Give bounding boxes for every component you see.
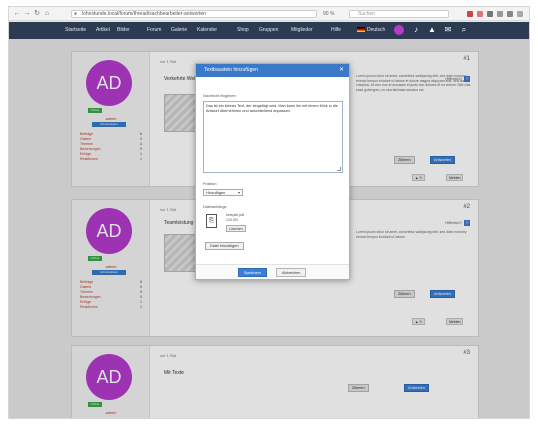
- attachment-label: Dateianhänge: [203, 205, 227, 209]
- back-icon[interactable]: ←: [13, 10, 21, 18]
- dialog-footer: [196, 264, 349, 279]
- nav-item[interactable]: Startseite: [65, 27, 86, 34]
- address-bar[interactable]: ● lohnstunde.local/forum/thread/sachbear…: [71, 10, 317, 18]
- language-switch[interactable]: Deutsch: [357, 26, 387, 35]
- extension-icon[interactable]: [467, 11, 473, 17]
- resize-handle-icon[interactable]: [337, 167, 341, 171]
- language-label: Deutsch: [367, 27, 386, 33]
- nav-item[interactable]: Bilder: [117, 27, 130, 34]
- position-label: Position: [203, 182, 217, 186]
- nav-item[interactable]: Shop: [237, 27, 249, 34]
- search-icon[interactable]: ⌕: [459, 25, 469, 35]
- extension-icon[interactable]: [487, 11, 493, 17]
- save-button[interactable]: Speichern: [238, 268, 268, 277]
- user-avatar[interactable]: [394, 25, 404, 35]
- delete-file-button[interactable]: Löschen: [226, 225, 246, 232]
- home-icon[interactable]: ⌂: [43, 10, 51, 18]
- add-file-button[interactable]: Datei hinzufügen: [205, 242, 244, 250]
- extension-icon[interactable]: [477, 11, 483, 17]
- nav-item[interactable]: Forum: [147, 27, 161, 34]
- lock-icon: ●: [74, 11, 78, 17]
- close-icon[interactable]: ✕: [339, 66, 344, 74]
- nav-item[interactable]: Kalender: [197, 27, 217, 34]
- menu-icon[interactable]: [517, 11, 523, 17]
- textbaustein-dialog: Textbaustein hinzufügen ✕ Nachricht eing…: [195, 63, 350, 280]
- file-size: 120 KB: [226, 217, 238, 222]
- message-textarea[interactable]: Das ist ein kleiner Text, der eingefügt …: [203, 101, 343, 173]
- dialog-header: Textbaustein hinzufügen ✕: [196, 64, 349, 77]
- nav-item[interactable]: Mitglieder: [291, 27, 313, 34]
- cancel-button[interactable]: Abbrechen: [276, 268, 307, 277]
- site-navigation: Startseite Artikel Bilder Forum Galerie …: [9, 22, 529, 39]
- forward-icon[interactable]: →: [23, 10, 31, 18]
- position-value: Hinzufügen: [206, 191, 226, 195]
- extension-icon[interactable]: [507, 11, 513, 17]
- nav-item[interactable]: Galerie: [171, 27, 187, 34]
- chevron-down-icon: ▾: [237, 190, 240, 195]
- notification-bell-icon[interactable]: ♪: [411, 25, 421, 35]
- file-info: beispiel.pdf 120 KB: [226, 213, 244, 222]
- alert-icon[interactable]: ▲: [427, 25, 437, 35]
- position-select[interactable]: Hinzufügen ▾: [203, 189, 243, 196]
- zoom-level[interactable]: 90 %: [323, 10, 334, 18]
- message-value: Das ist ein kleiner Text, der eingefügt …: [206, 104, 338, 113]
- address-bar-url: lohnstunde.local/forum/thread/sachbearbe…: [82, 11, 206, 17]
- nav-item[interactable]: Gruppen: [259, 27, 278, 34]
- pdf-file-icon[interactable]: ⎘: [206, 214, 217, 228]
- file-name[interactable]: beispiel.pdf: [226, 213, 244, 218]
- nav-item[interactable]: Hilfe: [331, 27, 341, 34]
- reload-icon[interactable]: ↻: [33, 10, 41, 18]
- extension-icon[interactable]: [497, 11, 503, 17]
- message-label: Nachricht eingeben: [203, 94, 236, 98]
- browser-toolbar: ← → ↻ ⌂ ● lohnstunde.local/forum/thread/…: [9, 7, 529, 21]
- dialog-title: Textbaustein hinzufügen: [204, 67, 258, 73]
- messages-icon[interactable]: ✉: [443, 25, 453, 35]
- browser-window: ← → ↻ ⌂ ● lohnstunde.local/forum/thread/…: [8, 6, 530, 419]
- nav-item[interactable]: Artikel: [96, 27, 110, 34]
- browser-search-input[interactable]: Suchen: [349, 10, 449, 18]
- german-flag-icon: [357, 27, 365, 33]
